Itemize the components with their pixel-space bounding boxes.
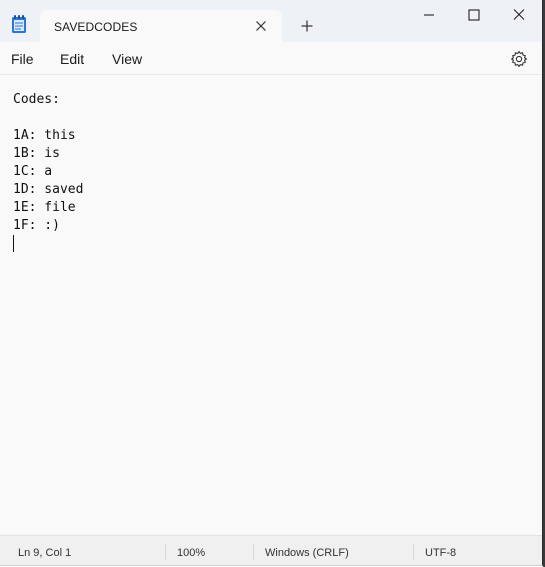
menu-file[interactable]: File: [11, 51, 34, 67]
status-bar: Ln 9, Col 1 100% Windows (CRLF) UTF-8: [0, 535, 542, 565]
notepad-icon: [12, 15, 26, 33]
cursor-position: Ln 9, Col 1: [18, 547, 72, 559]
menu-bar: File Edit View: [0, 42, 542, 75]
menu-edit[interactable]: Edit: [60, 51, 84, 67]
close-window-icon[interactable]: [506, 4, 532, 26]
plus-icon[interactable]: [297, 16, 317, 36]
editor-line: 1C: a: [13, 164, 53, 179]
zoom-level[interactable]: 100%: [177, 547, 205, 559]
editor-line: Codes:: [13, 92, 60, 107]
tab-savedcodes[interactable]: SAVEDCODES: [40, 10, 282, 42]
line-ending[interactable]: Windows (CRLF): [265, 547, 349, 559]
status-divider: [253, 544, 254, 560]
editor-line-caret: [13, 235, 83, 253]
close-icon[interactable]: [252, 17, 270, 35]
gear-icon[interactable]: [510, 50, 528, 68]
maximize-icon[interactable]: [461, 4, 487, 26]
minimize-icon[interactable]: [416, 4, 442, 26]
status-divider: [413, 544, 414, 560]
menu-view[interactable]: View: [112, 51, 142, 67]
text-editor[interactable]: Codes: 1A: this 1B: is 1C: a 1D: saved 1…: [0, 75, 542, 535]
status-divider: [165, 544, 166, 560]
tab-title: SAVEDCODES: [54, 20, 138, 34]
editor-line: 1E: file: [13, 200, 76, 215]
editor-line: 1A: this: [13, 128, 76, 143]
editor-line: 1B: is: [13, 146, 60, 161]
editor-line: 1D: saved: [13, 182, 84, 197]
text-caret: [13, 235, 14, 252]
encoding[interactable]: UTF-8: [425, 547, 456, 559]
editor-line: 1F: :): [13, 218, 60, 233]
notepad-window: SAVEDCODES File Edit View Codes: 1A: thi…: [0, 0, 543, 566]
title-bar[interactable]: SAVEDCODES: [0, 0, 542, 42]
editor-content[interactable]: Codes: 1A: this 1B: is 1C: a 1D: saved 1…: [13, 91, 83, 253]
